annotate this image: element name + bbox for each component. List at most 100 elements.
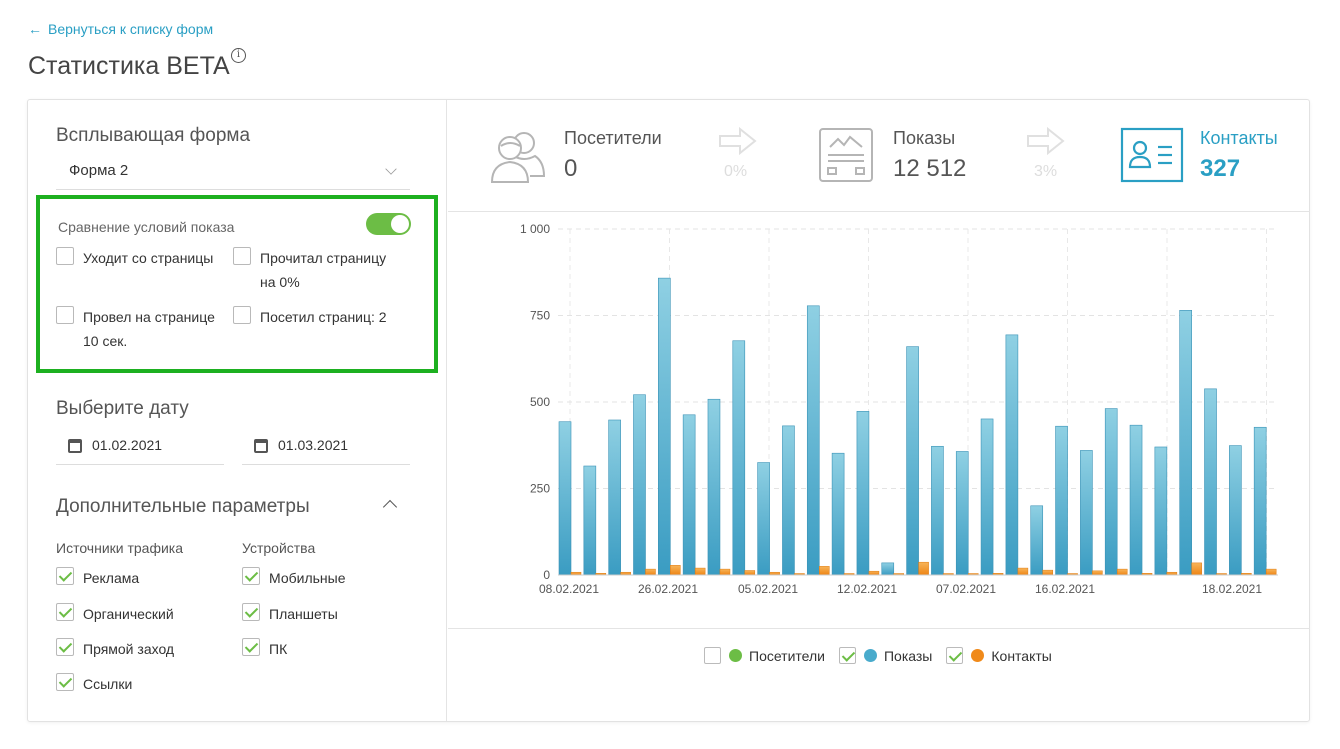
bar-impressions xyxy=(732,340,746,576)
checkbox[interactable] xyxy=(233,306,251,324)
x-tick-label: 07.02.2021 xyxy=(936,582,996,596)
bar-contacts xyxy=(744,570,756,576)
traffic-organic[interactable]: Органический xyxy=(56,602,174,626)
device-label: ПК xyxy=(269,641,288,657)
bar-impressions xyxy=(633,394,646,576)
stats-panel: Всплывающая форма Форма 2 Сравнение усло… xyxy=(27,99,1310,722)
legend-visitors[interactable]: Посетители xyxy=(704,647,825,664)
bar-impressions xyxy=(1129,424,1143,576)
device-tablet[interactable]: Планшеты xyxy=(242,602,338,626)
device-label: Мобильные xyxy=(269,570,346,586)
back-to-forms-link[interactable]: ← Вернуться к списку форм xyxy=(28,21,213,37)
checkbox[interactable] xyxy=(56,567,74,585)
bar-contacts xyxy=(1191,562,1202,576)
condition-label: Прочитал страницу на 0% xyxy=(260,250,387,290)
y-tick-label: 0 xyxy=(543,568,550,582)
checkbox[interactable] xyxy=(56,638,74,656)
bar-impressions xyxy=(906,346,919,576)
bar-impressions xyxy=(782,425,795,576)
bar-impressions xyxy=(831,452,845,576)
legend-checkbox[interactable] xyxy=(704,647,721,664)
page-title: Статистика BETA xyxy=(28,52,230,80)
traffic-ads[interactable]: Реклама xyxy=(56,566,139,590)
chevron-up-icon[interactable] xyxy=(382,499,398,515)
legend-checkbox[interactable] xyxy=(838,647,856,664)
y-tick-label: 1 000 xyxy=(520,222,550,236)
calendar-icon xyxy=(68,439,82,453)
form-select-value: Форма 2 xyxy=(69,162,129,179)
x-tick-label: 26.02.2021 xyxy=(638,582,698,596)
chart-legend: Посетители Показы Контакты xyxy=(704,647,1066,664)
bar-impressions xyxy=(757,462,770,576)
calendar-icon xyxy=(254,439,268,453)
bar-contacts xyxy=(670,565,681,576)
checkbox[interactable] xyxy=(56,673,74,691)
compare-conditions-box: Сравнение условий показа Уходит со стран… xyxy=(36,195,438,373)
traffic-direct[interactable]: Прямой заход xyxy=(56,637,174,661)
bar-impressions xyxy=(931,445,944,576)
bar-contacts xyxy=(719,568,731,576)
y-tick-label: 500 xyxy=(530,395,550,409)
form-select[interactable]: Форма 2 xyxy=(56,152,410,190)
date-to-value: 01.03.2021 xyxy=(278,437,349,453)
checkbox[interactable] xyxy=(242,603,260,621)
device-mobile[interactable]: Мобильные xyxy=(242,566,346,590)
bar-impressions xyxy=(1179,310,1192,576)
bar-contacts xyxy=(868,570,880,576)
checkbox[interactable] xyxy=(233,247,251,265)
legend-dot xyxy=(729,649,742,662)
info-icon[interactable]: i xyxy=(231,48,246,63)
device-pc[interactable]: ПК xyxy=(242,637,287,661)
date-to-input[interactable]: 01.03.2021 xyxy=(242,433,410,465)
form-section-title: Всплывающая форма xyxy=(56,125,251,146)
checkbox[interactable] xyxy=(56,603,74,621)
contacts-label: Контакты xyxy=(1200,128,1278,148)
impressions-value: 12 512 xyxy=(893,155,967,182)
legend-dot xyxy=(863,649,877,662)
chart-area: 0 250 500 750 1 000 08.02.2021 26.02.2021 05.02… xyxy=(448,212,1310,629)
checkbox[interactable] xyxy=(242,567,260,585)
extra-section-title: Дополнительные параметры xyxy=(56,496,310,517)
x-tick-label: 08.02.2021 xyxy=(539,582,599,596)
condition-pages-visited[interactable]: Посетил страниц: 2 xyxy=(233,305,405,329)
y-tick-label: 750 xyxy=(530,309,550,323)
bar-impressions xyxy=(608,419,621,576)
filters-sidebar: Всплывающая форма Форма 2 Сравнение усло… xyxy=(28,100,447,721)
condition-read-page[interactable]: Прочитал страницу на 0% xyxy=(233,246,405,294)
condition-time-on-page[interactable]: Провел на странице 10 сек. xyxy=(56,305,228,353)
bar-contacts xyxy=(1017,567,1029,576)
bar-impressions xyxy=(856,411,870,576)
legend-impressions[interactable]: Показы xyxy=(838,647,932,664)
legend-checkbox[interactable] xyxy=(946,647,964,664)
condition-leaves-page[interactable]: Уходит со страницы xyxy=(56,246,226,270)
compare-toggle[interactable] xyxy=(366,213,411,235)
checkbox[interactable] xyxy=(56,306,74,324)
bar-impressions xyxy=(682,414,696,576)
date-section-title: Выберите дату xyxy=(56,398,189,419)
impressions-icon xyxy=(819,128,873,182)
condition-label: Уходит со страницы xyxy=(83,250,214,266)
stats-summary: Посетители 0 0% Показы 12 512 3% Контакт… xyxy=(448,100,1310,212)
visitors-value: 0 xyxy=(564,155,578,182)
condition-label: Провел на странице 10 сек. xyxy=(83,309,215,349)
bar-contacts xyxy=(918,561,929,576)
bar-impressions xyxy=(806,305,820,576)
arrow-right-icon xyxy=(719,126,757,156)
bar-contacts xyxy=(694,567,706,576)
device-label: Планшеты xyxy=(269,606,338,622)
bar-impressions xyxy=(1005,334,1019,576)
legend-label: Посетители xyxy=(749,647,825,664)
bar-contacts xyxy=(1116,568,1128,576)
traffic-links[interactable]: Ссылки xyxy=(56,672,132,696)
legend-contacts[interactable]: Контакты xyxy=(946,647,1052,664)
visitors-label: Посетители xyxy=(564,128,662,148)
bar-contacts xyxy=(1042,569,1053,576)
bar-impressions xyxy=(1104,408,1118,576)
x-tick-label: 05.02.2021 xyxy=(738,582,798,596)
bar-impressions xyxy=(558,421,572,576)
checkbox[interactable] xyxy=(242,638,260,656)
bar-impressions xyxy=(583,465,597,576)
date-from-input[interactable]: 01.02.2021 xyxy=(56,433,224,465)
checkbox[interactable] xyxy=(56,247,74,265)
bar-contacts xyxy=(645,568,656,576)
